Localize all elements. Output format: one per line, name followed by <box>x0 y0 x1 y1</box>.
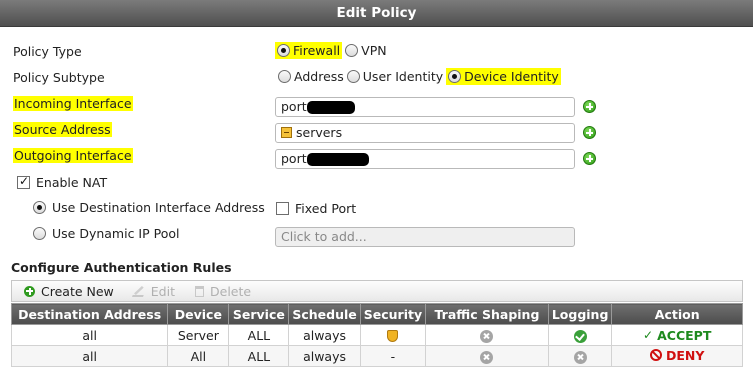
incoming-interface-value: port <box>281 99 307 114</box>
cell-device: Server <box>167 324 230 346</box>
dynamic-pool-placeholder: Click to add... <box>281 229 367 244</box>
radio-device-identity-dot[interactable] <box>448 70 462 83</box>
source-address-label: Source Address <box>13 122 112 137</box>
cell-schedule: always <box>288 324 361 346</box>
use-dest-interface-label: Use Destination Interface Address <box>52 200 265 215</box>
add-source-address-icon[interactable] <box>583 126 596 139</box>
use-dynamic-pool-dot[interactable] <box>33 227 46 240</box>
redaction-mark <box>306 153 369 166</box>
prohibited-icon <box>649 349 662 362</box>
disabled-icon <box>573 350 587 364</box>
cell-action: DENY <box>611 345 743 367</box>
radio-vpn-label: VPN <box>361 43 387 58</box>
enable-nat-box[interactable] <box>17 174 30 189</box>
policy-type-label: Policy Type <box>13 44 82 59</box>
fixed-port-checkbox[interactable]: Fixed Port <box>276 201 356 216</box>
cell-traffic-shaping <box>425 345 549 367</box>
trash-icon <box>195 285 204 297</box>
table-row[interactable]: all All ALL always - DENY <box>10 345 743 367</box>
policy-subtype-label: Policy Subtype <box>13 70 105 85</box>
enable-nat-label: Enable NAT <box>36 175 108 190</box>
use-dest-interface-radio[interactable]: Use Destination Interface Address <box>33 200 268 215</box>
dynamic-pool-field[interactable]: Click to add... <box>275 227 575 247</box>
cell-schedule: always <box>288 345 361 367</box>
cell-traffic-shaping <box>425 324 549 346</box>
radio-firewall-dot[interactable] <box>277 44 290 57</box>
col-traffic-shaping[interactable]: Traffic Shaping <box>425 303 549 325</box>
delete-label: Delete <box>210 283 252 299</box>
outgoing-interface-field[interactable]: port <box>275 149 575 169</box>
incoming-interface-field[interactable]: port <box>275 97 575 117</box>
col-logging[interactable]: Logging <box>547 303 613 325</box>
edit-button[interactable]: Edit <box>131 283 175 299</box>
enable-nat-checkbox[interactable]: Enable NAT <box>17 174 108 190</box>
action-deny: DENY <box>649 347 705 363</box>
plus-icon <box>24 285 35 297</box>
enabled-icon <box>573 329 587 343</box>
col-destination-address[interactable]: Destination Address <box>10 303 169 325</box>
add-outgoing-interface-icon[interactable] <box>583 152 596 165</box>
fixed-port-label: Fixed Port <box>295 201 357 216</box>
radio-address-label: Address <box>294 69 344 84</box>
col-schedule[interactable]: Schedule <box>288 303 361 325</box>
radio-firewall[interactable]: Firewall <box>275 42 343 59</box>
fixed-port-box[interactable] <box>276 202 289 215</box>
create-new-label: Create New <box>41 283 114 299</box>
radio-user-identity[interactable]: User Identity <box>346 69 444 84</box>
incoming-interface-label: Incoming Interface <box>13 96 133 111</box>
table-row[interactable]: all Server ALL always ✓ ACCEPT <box>10 324 743 346</box>
auth-rules-table: Destination Address Device Service Sched… <box>10 303 743 367</box>
radio-address[interactable]: Address <box>278 69 344 84</box>
cell-logging <box>547 345 613 367</box>
pencil-icon <box>131 285 147 297</box>
radio-device-identity-label: Device Identity <box>464 69 559 84</box>
col-action[interactable]: Action <box>611 303 743 325</box>
outgoing-interface-value: port <box>281 151 307 166</box>
policy-type-radios: Firewall VPN <box>275 42 390 59</box>
cell-security: - <box>359 345 427 367</box>
redaction-mark <box>306 101 355 114</box>
cell-destination: all <box>10 345 169 367</box>
radio-firewall-label: Firewall <box>293 43 341 58</box>
table-header-row: Destination Address Device Service Sched… <box>10 303 743 325</box>
radio-vpn[interactable]: VPN <box>345 43 387 58</box>
source-address-value: servers <box>296 125 343 140</box>
radio-user-identity-dot[interactable] <box>346 70 360 83</box>
cell-service: ALL <box>228 345 290 367</box>
use-dynamic-pool-radio[interactable]: Use Dynamic IP Pool <box>33 226 182 241</box>
outgoing-interface-label: Outgoing Interface <box>13 148 133 163</box>
policy-subtype-radios: Address User Identity Device Identity <box>278 68 564 85</box>
source-address-field[interactable]: servers <box>275 123 575 143</box>
create-new-button[interactable]: Create New <box>24 284 114 299</box>
auth-rules-heading: Configure Authentication Rules <box>11 260 232 275</box>
shield-icon <box>387 330 399 342</box>
action-label: ACCEPT <box>657 327 712 343</box>
edit-label: Edit <box>150 283 175 299</box>
cell-service: ALL <box>228 324 290 346</box>
auth-rules-toolbar: Create New Edit Delete <box>11 280 743 302</box>
add-incoming-interface-icon[interactable] <box>583 100 596 113</box>
disabled-icon <box>480 329 494 343</box>
radio-user-identity-label: User Identity <box>362 69 444 84</box>
checkmark-icon: ✓ <box>643 328 654 343</box>
action-accept: ✓ ACCEPT <box>643 328 711 343</box>
window-title: Edit Policy <box>0 0 753 27</box>
cell-security <box>359 324 427 346</box>
col-device[interactable]: Device <box>167 303 230 325</box>
disabled-icon <box>480 350 494 364</box>
col-service[interactable]: Service <box>228 303 290 325</box>
cell-action: ✓ ACCEPT <box>611 324 743 346</box>
address-group-icon <box>281 127 292 138</box>
use-dynamic-pool-label: Use Dynamic IP Pool <box>52 226 180 241</box>
cell-logging <box>547 324 613 346</box>
radio-vpn-dot[interactable] <box>345 44 359 57</box>
cell-device: All <box>167 345 230 367</box>
cell-destination: all <box>10 324 169 346</box>
col-security[interactable]: Security <box>359 303 427 325</box>
delete-button[interactable]: Delete <box>195 284 251 299</box>
use-dest-interface-dot[interactable] <box>33 201 46 214</box>
action-label: DENY <box>665 347 705 363</box>
radio-device-identity[interactable]: Device Identity <box>446 68 561 85</box>
radio-address-dot[interactable] <box>278 70 291 83</box>
